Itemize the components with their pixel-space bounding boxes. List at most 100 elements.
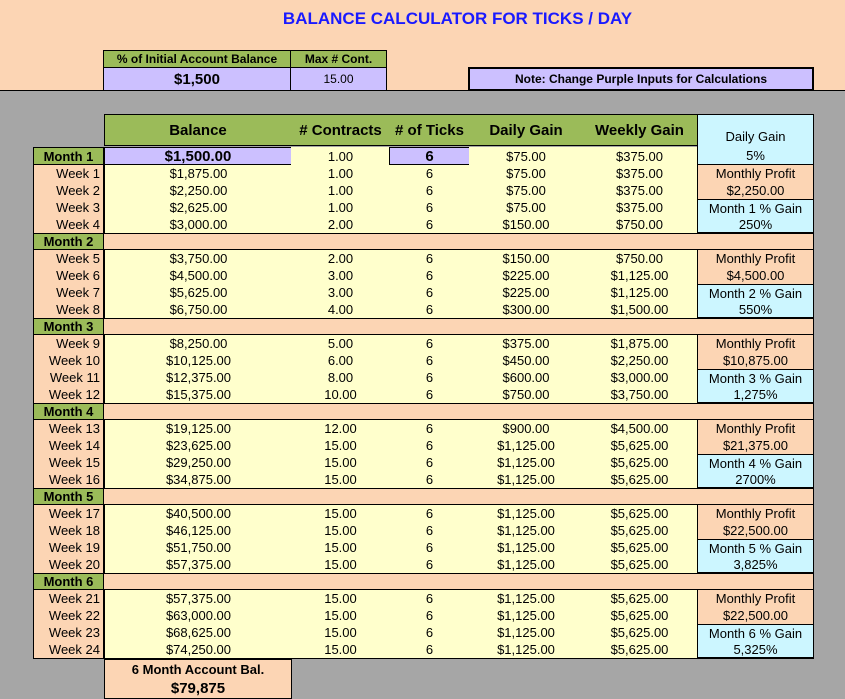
week-balance: $15,375.00 xyxy=(104,386,292,403)
week-label: Week 3 xyxy=(33,199,104,216)
week-daily-gain: $75.00 xyxy=(469,199,583,216)
week-balance: $51,750.00 xyxy=(104,539,292,556)
week-ticks: 6 xyxy=(389,522,470,539)
week-contracts: 15.00 xyxy=(291,539,390,556)
week-balance: $74,250.00 xyxy=(104,641,292,658)
week-label: Week 11 xyxy=(33,369,104,386)
week-balance: $3,750.00 xyxy=(104,250,292,267)
week-weekly-gain: $750.00 xyxy=(582,216,698,233)
week-label: Week 14 xyxy=(33,437,104,454)
week-contracts: 6.00 xyxy=(291,352,390,369)
month-gain-label: Month 3 % Gain xyxy=(697,369,814,386)
month-gain-value: 1,275% xyxy=(697,386,814,403)
week-weekly-gain: $1,500.00 xyxy=(582,301,698,318)
week-label: Week 17 xyxy=(33,505,104,522)
monthly-profit-label: Monthly Profit xyxy=(697,335,814,352)
week-ticks: 6 xyxy=(389,590,470,607)
week-ticks: 6 xyxy=(389,471,470,488)
week-contracts: 15.00 xyxy=(291,471,390,488)
monthly-profit-value: $21,375.00 xyxy=(697,437,814,454)
week-weekly-gain: $1,125.00 xyxy=(582,267,698,284)
week-daily-gain: $1,125.00 xyxy=(469,471,583,488)
week-daily-gain: $1,125.00 xyxy=(469,590,583,607)
week-contracts: 1.00 xyxy=(291,165,390,182)
week-ticks: 6 xyxy=(389,199,470,216)
month-1-weekly-gain: $375.00 xyxy=(582,147,698,165)
monthly-profit-value: $10,875.00 xyxy=(697,352,814,369)
week-daily-gain: $225.00 xyxy=(469,284,583,301)
week-weekly-gain: $3,000.00 xyxy=(582,369,698,386)
week-label: Week 12 xyxy=(33,386,104,403)
week-label: Week 21 xyxy=(33,590,104,607)
week-contracts: 15.00 xyxy=(291,641,390,658)
monthly-profit-value: $2,250.00 xyxy=(697,182,814,199)
week-label: Week 2 xyxy=(33,182,104,199)
week-contracts: 15.00 xyxy=(291,437,390,454)
month-separator xyxy=(104,573,814,590)
week-daily-gain: $375.00 xyxy=(469,335,583,352)
initial-balance-input[interactable]: $1,500 xyxy=(103,67,291,91)
week-contracts: 3.00 xyxy=(291,267,390,284)
week-label: Week 10 xyxy=(33,352,104,369)
header-balance: Balance xyxy=(104,114,292,146)
week-balance: $3,000.00 xyxy=(104,216,292,233)
week-contracts: 8.00 xyxy=(291,369,390,386)
monthly-profit-label: Monthly Profit xyxy=(697,505,814,522)
month-1-balance-input[interactable]: $1,500.00 xyxy=(104,147,292,165)
week-weekly-gain: $2,250.00 xyxy=(582,352,698,369)
header-weekly-gain: Weekly Gain xyxy=(582,114,698,146)
week-weekly-gain: $4,500.00 xyxy=(582,420,698,437)
week-weekly-gain: $5,625.00 xyxy=(582,505,698,522)
month-1-label: Month 1 xyxy=(33,147,104,165)
week-label: Week 7 xyxy=(33,284,104,301)
month-label: Month 3 xyxy=(33,318,104,335)
week-balance: $57,375.00 xyxy=(104,556,292,573)
monthly-profit-label: Monthly Profit xyxy=(697,250,814,267)
week-contracts: 15.00 xyxy=(291,624,390,641)
week-weekly-gain: $5,625.00 xyxy=(582,522,698,539)
week-balance: $57,375.00 xyxy=(104,590,292,607)
week-contracts: 15.00 xyxy=(291,522,390,539)
week-contracts: 2.00 xyxy=(291,216,390,233)
note-box: Note: Change Purple Inputs for Calculati… xyxy=(468,67,814,91)
ticks-input[interactable]: 6 xyxy=(389,147,470,165)
week-contracts: 1.00 xyxy=(291,199,390,216)
month-label: Month 2 xyxy=(33,233,104,250)
week-daily-gain: $600.00 xyxy=(469,369,583,386)
week-contracts: 15.00 xyxy=(291,454,390,471)
month-gain-value: 2700% xyxy=(697,471,814,488)
week-ticks: 6 xyxy=(389,641,470,658)
week-contracts: 15.00 xyxy=(291,556,390,573)
week-balance: $8,250.00 xyxy=(104,335,292,352)
week-ticks: 6 xyxy=(389,420,470,437)
month-separator xyxy=(104,233,814,250)
week-contracts: 10.00 xyxy=(291,386,390,403)
week-ticks: 6 xyxy=(389,437,470,454)
week-label: Week 4 xyxy=(33,216,104,233)
max-contracts-label: Max # Cont. xyxy=(290,50,387,68)
week-ticks: 6 xyxy=(389,607,470,624)
week-label: Week 24 xyxy=(33,641,104,658)
week-daily-gain: $150.00 xyxy=(469,216,583,233)
monthly-profit-value: $22,500.00 xyxy=(697,607,814,624)
week-contracts: 15.00 xyxy=(291,590,390,607)
week-label: Week 13 xyxy=(33,420,104,437)
week-balance: $5,625.00 xyxy=(104,284,292,301)
week-daily-gain: $1,125.00 xyxy=(469,454,583,471)
week-ticks: 6 xyxy=(389,250,470,267)
week-label: Week 16 xyxy=(33,471,104,488)
week-balance: $46,125.00 xyxy=(104,522,292,539)
week-ticks: 6 xyxy=(389,505,470,522)
max-contracts-input[interactable]: 15.00 xyxy=(290,67,387,91)
week-label: Week 6 xyxy=(33,267,104,284)
week-daily-gain: $900.00 xyxy=(469,420,583,437)
week-daily-gain: $1,125.00 xyxy=(469,522,583,539)
month-label: Month 6 xyxy=(33,573,104,590)
week-ticks: 6 xyxy=(389,556,470,573)
week-contracts: 12.00 xyxy=(291,420,390,437)
week-ticks: 6 xyxy=(389,539,470,556)
week-label: Week 19 xyxy=(33,539,104,556)
week-ticks: 6 xyxy=(389,165,470,182)
week-ticks: 6 xyxy=(389,267,470,284)
week-daily-gain: $450.00 xyxy=(469,352,583,369)
